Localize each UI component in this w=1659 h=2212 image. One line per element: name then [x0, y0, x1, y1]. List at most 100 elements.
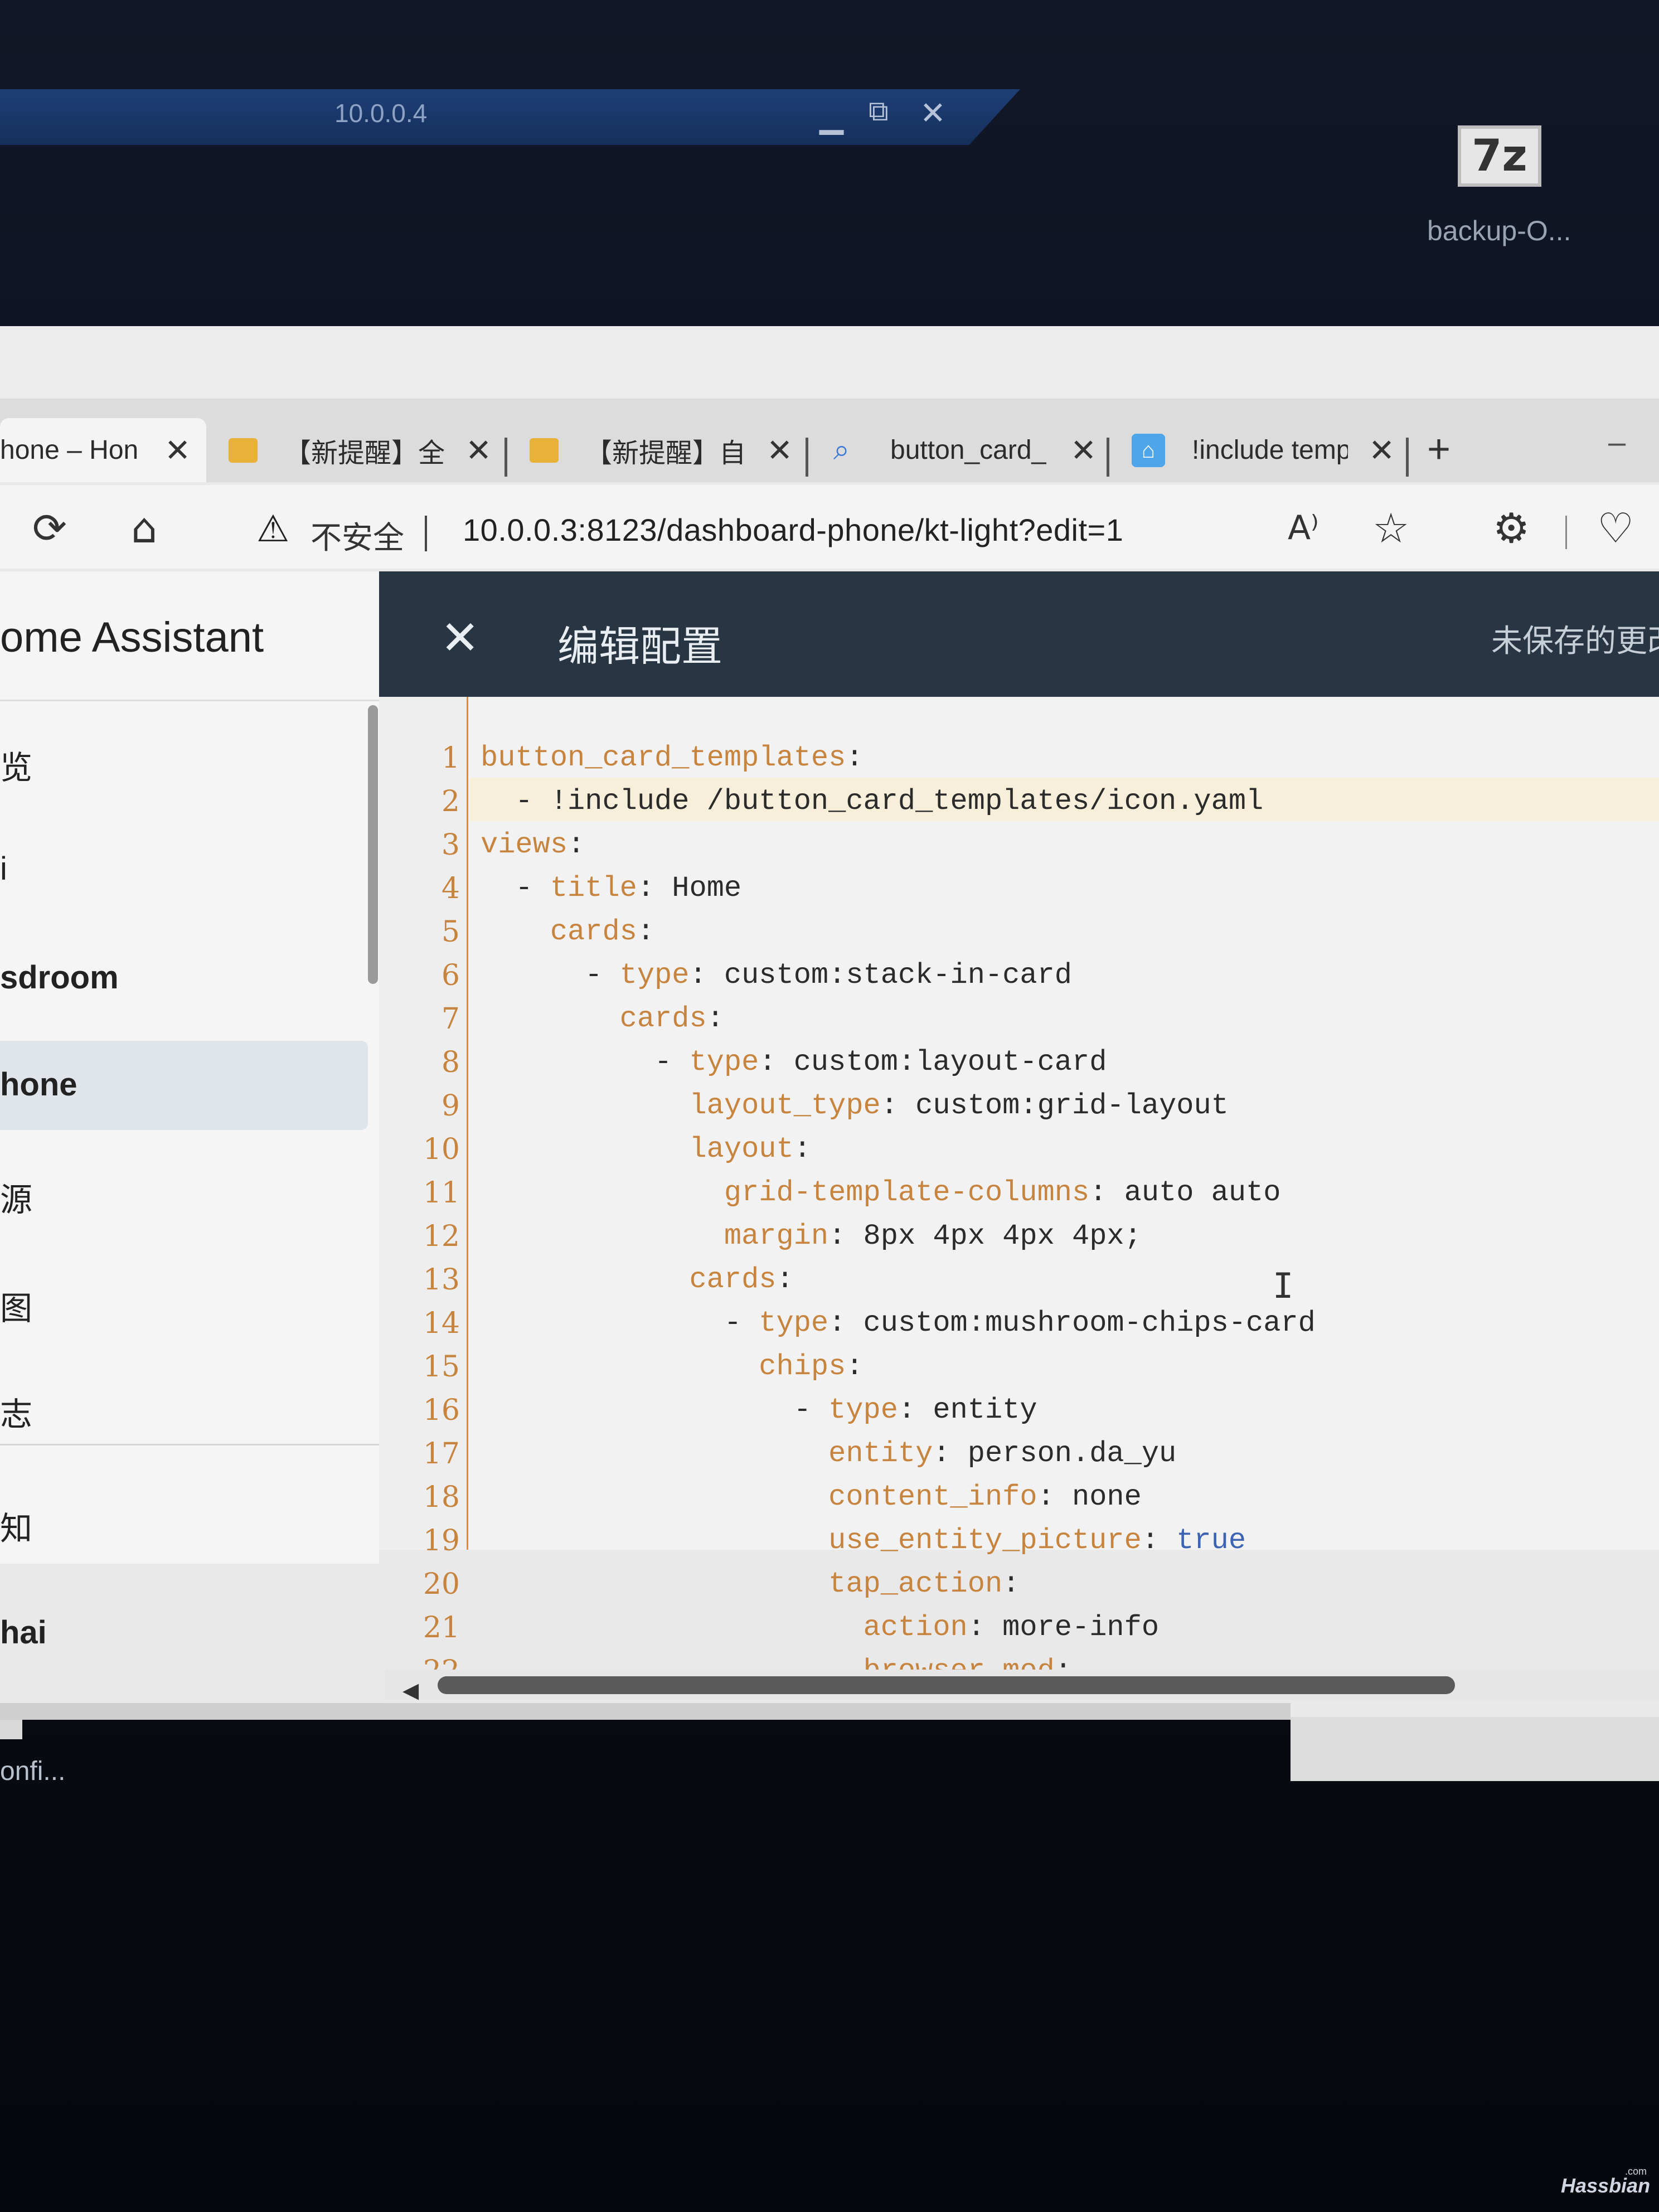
sidebar-scrollbar[interactable] [368, 705, 378, 984]
close-icon[interactable]: ✕ [440, 610, 479, 665]
code-sep: : [828, 1220, 846, 1253]
code-sep: : [846, 741, 864, 774]
code-line[interactable]: cards: [481, 1002, 724, 1035]
code-line[interactable]: grid-template-columns: auto auto [481, 1176, 1281, 1209]
mail-icon [229, 438, 258, 463]
text-cursor-icon: I [1273, 1265, 1294, 1306]
sidebar-item-phone[interactable]: hone [0, 1066, 77, 1103]
read-aloud-icon[interactable]: A⁾ [1288, 508, 1319, 547]
line-number: 16 [423, 1394, 460, 1427]
line-number: 15 [423, 1350, 460, 1384]
scroll-left-icon[interactable]: ◀ [402, 1678, 419, 1703]
code-sep: : [846, 1350, 864, 1383]
code-line[interactable]: content_info: none [481, 1481, 1142, 1514]
code-key: views [481, 828, 568, 861]
url-input[interactable]: 10.0.0.3:8123/dashboard-phone/kt-light?e… [463, 512, 1123, 548]
code-value: auto auto [1107, 1176, 1281, 1209]
desktop-icon-label[interactable]: onfi... [0, 1756, 65, 1787]
close-icon[interactable]: ✕ [164, 432, 191, 469]
code-line[interactable]: entity: person.da_yu [481, 1437, 1176, 1470]
code-key: type [619, 959, 690, 992]
sidebar-item-logbook[interactable]: 志 [0, 1388, 32, 1435]
code-key: use_entity_picture [828, 1524, 1142, 1557]
line-number: 7 [441, 1002, 460, 1036]
code-indent: - [481, 1394, 829, 1427]
sidebar-item-map[interactable]: 图 [0, 1282, 32, 1329]
code-key: tap_action [828, 1568, 1003, 1600]
sidebar-item-user[interactable]: hai [0, 1614, 47, 1651]
tab-search[interactable]: ⌕ button_card_ ✕ [833, 418, 1112, 482]
desktop-icon-label[interactable]: backup-O... [1427, 215, 1571, 247]
close-icon[interactable]: ✕ [1369, 432, 1395, 469]
code-sep: : [637, 872, 655, 905]
code-sep: : [1002, 1568, 1020, 1600]
tab-include-template[interactable]: ⌂ !include temp ✕ [1132, 418, 1410, 482]
new-tab-button[interactable]: + [1427, 426, 1451, 472]
code-line[interactable]: cards: [481, 915, 654, 948]
sidebar-item-energy[interactable]: 源 [0, 1173, 32, 1220]
code-line[interactable]: tap_action: [481, 1568, 1020, 1600]
code-key: type [759, 1307, 829, 1340]
line-number: 18 [423, 1481, 460, 1514]
browser-health-icon[interactable]: ♡ [1597, 505, 1634, 552]
close-icon[interactable]: ✕ [1070, 432, 1097, 469]
code-line[interactable]: - !include /button_card_templates/icon.y… [481, 785, 1263, 818]
code-line[interactable]: views: [481, 828, 585, 861]
line-number: 8 [441, 1046, 460, 1079]
code-line[interactable]: button_card_templates: [481, 741, 864, 774]
7z-archive-icon[interactable]: 7z [1458, 125, 1541, 187]
code-line[interactable]: - type: custom:stack-in-card [481, 959, 1072, 992]
tab-forum-1[interactable]: 【新提醒】全 ✕ [229, 418, 507, 482]
close-icon[interactable]: ✕ [465, 432, 492, 469]
remote-restore-icon[interactable]: ⧉ [869, 95, 889, 128]
code-line[interactable]: - type: custom:layout-card [481, 1046, 1107, 1079]
code-indent: - [481, 1307, 759, 1340]
code-line[interactable]: - type: custom:mushroom-chips-card [481, 1307, 1316, 1340]
code-value: entity [915, 1394, 1037, 1427]
line-number: 2 [441, 785, 460, 818]
favorite-star-icon[interactable]: ☆ [1372, 505, 1409, 552]
code-sep: : [898, 1394, 916, 1427]
tab-label: 【新提醒】全 [284, 438, 445, 468]
sidebar-item-overview[interactable]: 览 [0, 741, 32, 788]
code-line[interactable]: layout: [481, 1133, 811, 1166]
extensions-icon[interactable]: ⚙ [1493, 505, 1530, 552]
line-number: 11 [423, 1176, 460, 1210]
sidebar-item-i[interactable]: i [0, 850, 7, 887]
code-line[interactable]: action: more-info [481, 1611, 1160, 1644]
tab-forum-2[interactable]: 【新提醒】自 ✕ [530, 418, 808, 482]
home-icon[interactable]: ⌂ [131, 505, 157, 552]
remote-minimize-icon[interactable]: ▁ [819, 98, 843, 135]
sidebar-item-bedroom[interactable]: sdroom [0, 959, 119, 996]
remote-close-icon[interactable]: ✕ [920, 95, 946, 132]
code-key: cards [550, 915, 637, 948]
code-sep: : [933, 1437, 950, 1470]
window-minimize-icon[interactable]: – [1608, 424, 1626, 460]
remote-desktop-title-bar[interactable] [0, 89, 1020, 145]
sidebar-item-notifications[interactable]: 知 [0, 1502, 32, 1549]
sidebar-divider [0, 1444, 379, 1445]
code-key: chips [759, 1350, 846, 1383]
line-number: 9 [441, 1089, 460, 1123]
security-status[interactable]: 不安全 [311, 513, 404, 558]
file-icon[interactable] [0, 1717, 22, 1739]
code-line[interactable]: use_entity_picture: true [481, 1524, 1246, 1557]
code-line[interactable]: cards: [481, 1263, 793, 1296]
ha-sidebar-title: ome Assistant [0, 614, 264, 661]
tab-separator [806, 438, 808, 477]
tab-separator [505, 438, 507, 477]
code-line[interactable]: margin: 8px 4px 4px 4px; [481, 1220, 1142, 1253]
code-line[interactable]: layout_type: custom:grid-layout [481, 1089, 1228, 1122]
code-line[interactable]: chips: [481, 1350, 864, 1383]
code-sep: : [759, 1046, 777, 1079]
code-value: 8px 4px 4px 4px; [846, 1220, 1142, 1253]
warning-icon[interactable]: ⚠ [256, 507, 289, 550]
code-line[interactable]: - title: Home [481, 872, 741, 905]
close-icon[interactable]: ✕ [767, 432, 793, 469]
reload-icon[interactable]: ⟳ [32, 505, 67, 552]
code-line[interactable]: - type: entity [481, 1394, 1037, 1427]
code-value: custom:layout-card [776, 1046, 1107, 1079]
scrollbar-thumb[interactable] [438, 1676, 1455, 1694]
tab-dashboard-phone[interactable]: hone – Hon ✕ [0, 418, 206, 482]
